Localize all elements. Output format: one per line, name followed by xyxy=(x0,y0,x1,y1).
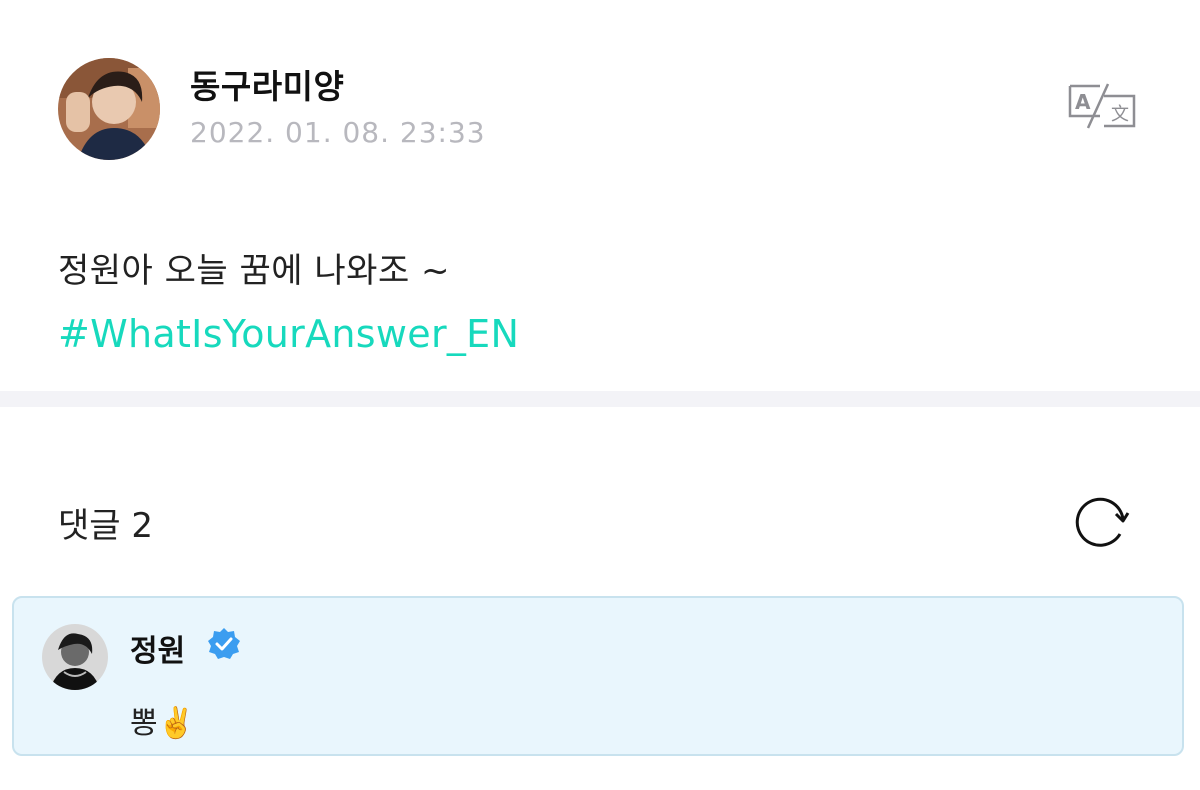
translate-icon: A 文 xyxy=(1068,83,1136,129)
author-avatar[interactable] xyxy=(58,58,160,160)
comment-text: 뽕✌️ xyxy=(130,706,195,741)
comments-count-header: 댓글 2 xyxy=(58,506,153,546)
section-divider xyxy=(0,391,1200,407)
comment-item[interactable]: 정원 뽕✌️ xyxy=(12,596,1184,756)
hashtag-link[interactable]: #WhatIsYourAnswer_EN xyxy=(58,312,519,356)
svg-text:A: A xyxy=(1075,90,1091,114)
author-name[interactable]: 동구라미양 xyxy=(190,60,344,108)
post-timestamp: 2022. 01. 08. 23:33 xyxy=(190,116,486,149)
post-body-text: 정원아 오늘 꿈에 나와조 ~ xyxy=(58,251,451,291)
commenter-name[interactable]: 정원 xyxy=(130,626,185,670)
refresh-icon xyxy=(1075,497,1130,547)
refresh-button[interactable] xyxy=(1072,494,1130,552)
commenter-avatar[interactable] xyxy=(42,624,108,690)
svg-text:文: 文 xyxy=(1111,104,1129,125)
verified-badge-icon xyxy=(206,626,242,662)
translate-button[interactable]: A 文 xyxy=(1064,80,1140,132)
